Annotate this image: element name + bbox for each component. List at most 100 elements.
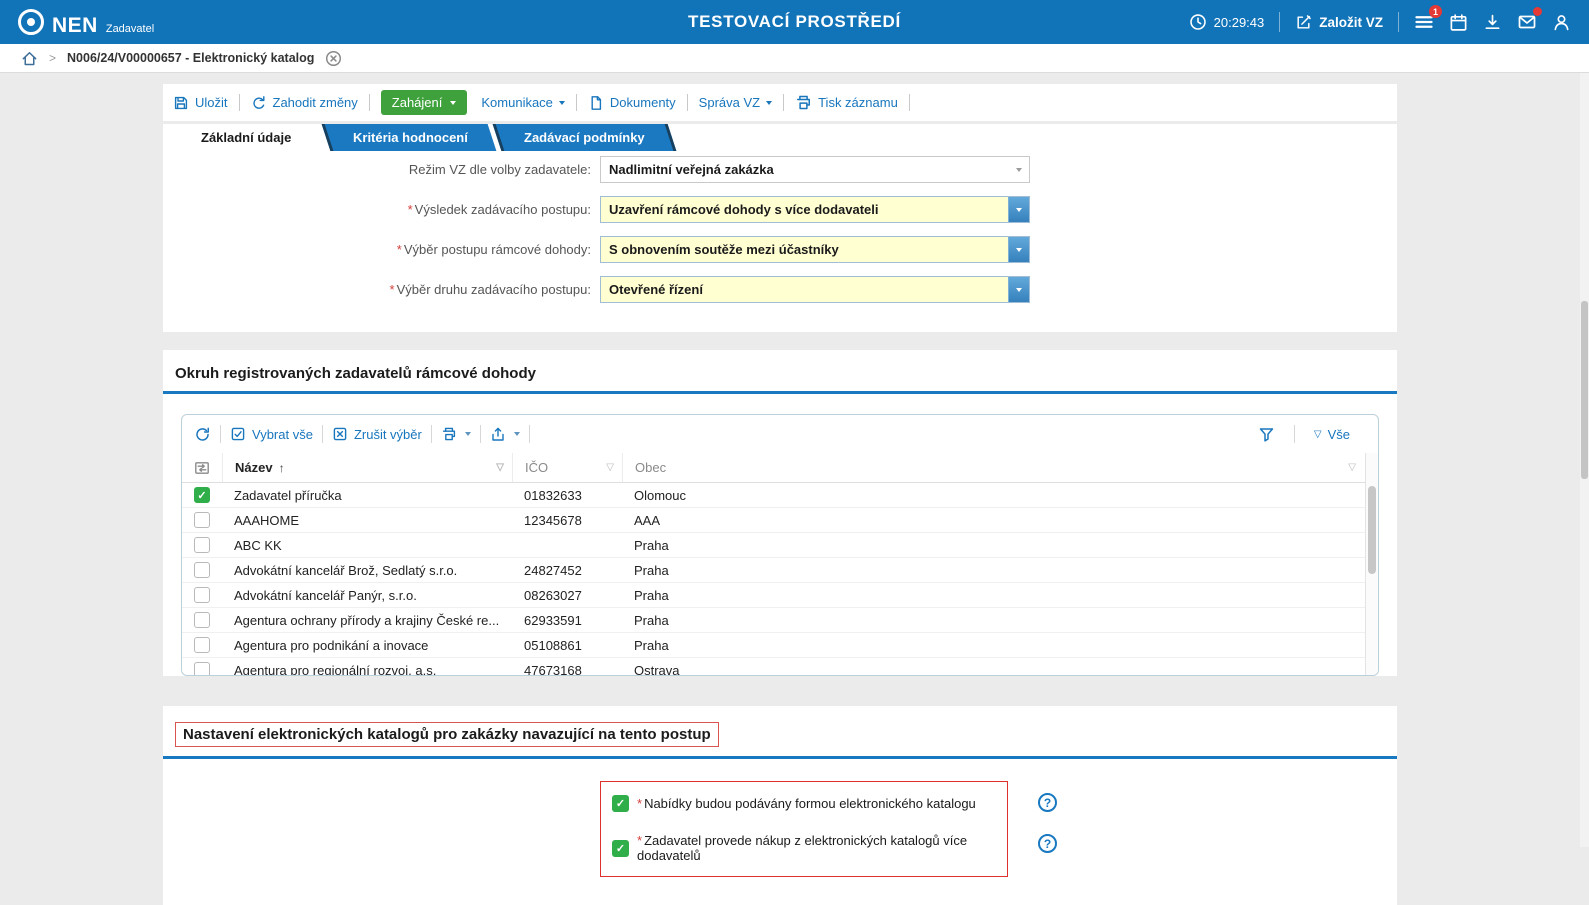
- manage-vz-menu[interactable]: Správa VZ: [699, 95, 772, 110]
- tab-zakladni-udaje[interactable]: Základní údaje: [171, 124, 321, 151]
- section-title-validation: Nastavení elektronických katalogů pro za…: [175, 722, 719, 747]
- filter-triangle-icon[interactable]: ▽: [496, 462, 504, 473]
- close-record-button[interactable]: [325, 50, 342, 67]
- table-row[interactable]: ABC KK Praha: [182, 533, 1378, 558]
- table-row[interactable]: AAAHOME 12345678 AAA: [182, 508, 1378, 533]
- rezim-vz-select[interactable]: Nadlimitní veřejná zakázka: [600, 156, 1030, 183]
- filter-triangle-icon[interactable]: ▽: [606, 462, 614, 473]
- row-checkbox[interactable]: [194, 562, 210, 578]
- chevron-down-icon: [559, 101, 565, 105]
- row-checkbox[interactable]: [194, 637, 210, 653]
- clear-selection-button[interactable]: Zrušit výběr: [332, 426, 422, 442]
- cell-nazev: Advokátní kancelář Panýr, s.r.o.: [222, 588, 512, 603]
- save-button[interactable]: Uložit: [173, 95, 228, 111]
- home-button[interactable]: [21, 50, 38, 67]
- column-header-obec[interactable]: Obec ▽: [622, 453, 1364, 482]
- cell-nazev: Agentura ochrany přírody a krajiny České…: [222, 613, 512, 628]
- catalog-checkbox-group: *Nabídky budou podávány formou elektroni…: [600, 781, 1008, 877]
- download-button[interactable]: [1483, 13, 1502, 32]
- separator: [1398, 12, 1399, 32]
- vysledek-postupu-select[interactable]: Uzavření rámcové dohody s více dodavatel…: [600, 196, 1030, 223]
- registered-authorities-section: Okruh registrovaných zadavatelů rámcové …: [163, 350, 1397, 676]
- tab-kriteria-hodnoceni[interactable]: Kritéria hodnocení: [322, 124, 497, 151]
- separator: [687, 94, 688, 111]
- cell-nazev: Advokátní kancelář Brož, Sedlatý s.r.o.: [222, 563, 512, 578]
- brand-subtitle: Zadavatel: [106, 23, 154, 35]
- nen-logo-icon: [18, 9, 44, 35]
- start-procedure-button[interactable]: Zahájení: [381, 90, 468, 115]
- grid-scrollbar[interactable]: [1365, 453, 1378, 675]
- messages-badge-dot: [1533, 7, 1542, 16]
- calendar-icon: [1449, 13, 1468, 32]
- cell-nazev: Agentura pro podnikání a inovace: [222, 638, 512, 653]
- cell-ico: 01832633: [512, 488, 622, 503]
- checkbox-multi-supplier-purchase[interactable]: [612, 840, 629, 857]
- cell-obec: Olomouc: [622, 488, 1364, 503]
- section-heading-wrap: Okruh registrovaných zadavatelů rámcové …: [163, 365, 1397, 394]
- chevron-down-icon: [1008, 277, 1029, 302]
- filter-button[interactable]: [1258, 426, 1275, 443]
- column-header-ico[interactable]: IČO ▽: [512, 453, 622, 482]
- help-icon[interactable]: ?: [1038, 834, 1057, 853]
- print-record-button[interactable]: Tisk záznamu: [795, 94, 898, 111]
- cell-obec: Ostrava: [622, 663, 1364, 677]
- cell-ico: 08263027: [512, 588, 622, 603]
- breadcrumb-chevron: >: [49, 51, 56, 65]
- checkbox-catalog-offers[interactable]: [612, 795, 629, 812]
- breadcrumb-item[interactable]: N006/24/V00000657 - Elektronický katalog: [67, 51, 314, 65]
- create-vz-button[interactable]: Založit VZ: [1295, 14, 1383, 31]
- field-label: *Výsledek zadávacího postupu:: [163, 202, 600, 217]
- help-icon[interactable]: ?: [1038, 793, 1057, 812]
- table-row[interactable]: Zadavatel příručka 01832633 Olomouc: [182, 483, 1378, 508]
- page-scrollbar[interactable]: [1580, 73, 1589, 847]
- separator: [783, 94, 784, 111]
- grid-scrollbar-thumb[interactable]: [1368, 486, 1376, 574]
- postup-ramcove-dohody-select[interactable]: S obnovením soutěže mezi účastníky: [600, 236, 1030, 263]
- separator: [529, 425, 530, 443]
- table-row[interactable]: Agentura ochrany přírody a krajiny České…: [182, 608, 1378, 633]
- row-checkbox[interactable]: [194, 587, 210, 603]
- table-row[interactable]: Agentura pro podnikání a inovace 0510886…: [182, 633, 1378, 658]
- catalog-checkbox-row: *Nabídky budou podávány formou elektroni…: [612, 795, 996, 812]
- calendar-button[interactable]: [1449, 13, 1468, 32]
- table-row[interactable]: Advokátní kancelář Brož, Sedlatý s.r.o. …: [182, 558, 1378, 583]
- grid-print-button[interactable]: [441, 426, 471, 442]
- communication-menu[interactable]: Komunikace: [481, 95, 565, 110]
- menu-button[interactable]: 1: [1414, 12, 1434, 32]
- row-checkbox[interactable]: [194, 487, 210, 503]
- column-chooser-icon: [194, 460, 210, 476]
- catalog-checkbox-row: *Zadavatel provede nákup z elektronickýc…: [612, 833, 996, 863]
- column-chooser-button[interactable]: [182, 453, 222, 482]
- cell-nazev: AAAHOME: [222, 513, 512, 528]
- row-checkbox[interactable]: [194, 512, 210, 528]
- form-row: *Výsledek zadávacího postupu: Uzavření r…: [163, 196, 1397, 223]
- brand[interactable]: NEN Zadavatel: [18, 9, 154, 36]
- form-row: Režim VZ dle volby zadavatele: Nadlimitn…: [163, 156, 1397, 183]
- refresh-button[interactable]: [194, 426, 211, 443]
- messages-button[interactable]: [1517, 12, 1537, 32]
- column-header-nazev[interactable]: Název ↑ ▽: [222, 453, 512, 482]
- refresh-icon: [194, 426, 211, 443]
- row-checkbox[interactable]: [194, 662, 210, 676]
- select-all-button[interactable]: Vybrat vše: [230, 426, 313, 442]
- row-checkbox[interactable]: [194, 612, 210, 628]
- row-checkbox[interactable]: [194, 537, 210, 553]
- filter-triangle-icon[interactable]: ▽: [1348, 462, 1356, 473]
- required-asterisk: *: [637, 796, 642, 811]
- documents-button[interactable]: Dokumenty: [588, 95, 676, 111]
- breadcrumb: > N006/24/V00000657 - Elektronický katal…: [0, 44, 1589, 73]
- discard-changes-button[interactable]: Zahodit změny: [251, 95, 358, 111]
- export-icon: [490, 426, 506, 442]
- table-row[interactable]: Advokátní kancelář Panýr, s.r.o. 0826302…: [182, 583, 1378, 608]
- chevron-down-icon: [1008, 197, 1029, 222]
- user-button[interactable]: [1552, 13, 1571, 32]
- export-button[interactable]: [490, 426, 520, 442]
- field-label: *Výběr druhu zadávacího postupu:: [163, 282, 600, 297]
- druh-postupu-select[interactable]: Otevřené řízení: [600, 276, 1030, 303]
- cell-nazev: ABC KK: [222, 538, 512, 553]
- view-all-dropdown[interactable]: ▽ Vše: [1314, 427, 1350, 442]
- page-scrollbar-thumb[interactable]: [1581, 301, 1588, 479]
- undo-icon: [251, 95, 267, 111]
- table-row[interactable]: Agentura pro regionální rozvoj, a.s. 476…: [182, 658, 1378, 676]
- tab-zadavaci-podminky[interactable]: Zadávací podmínky: [493, 124, 676, 151]
